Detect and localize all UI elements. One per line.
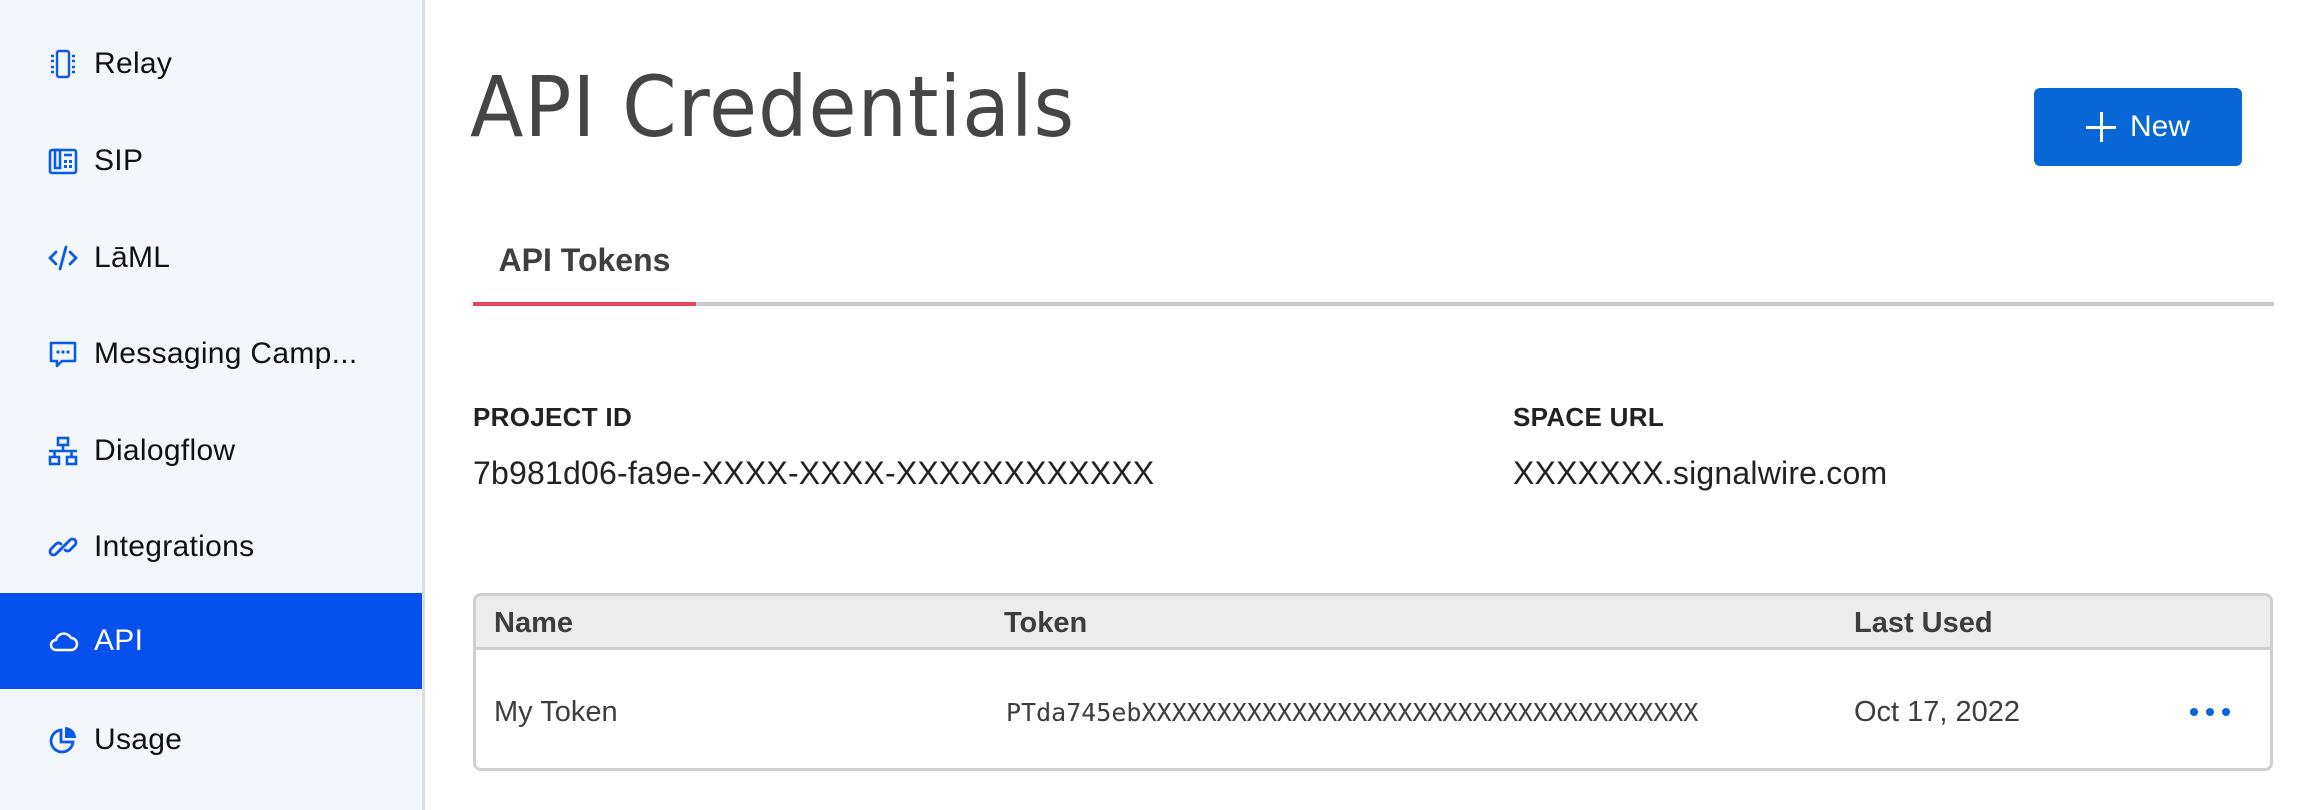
project-id-value: 7b981d06-fa9e-XXXX-XXXX-XXXXXXXXXXXX (473, 455, 1155, 491)
sidebar-item-label: Usage (94, 723, 183, 756)
space-url-label: SPACE URL (1513, 402, 1665, 432)
sidebar-item-api[interactable]: API (0, 593, 422, 689)
column-header-token[interactable]: Token (1004, 596, 1087, 650)
sidebar-item-usage[interactable]: Usage (0, 692, 422, 788)
column-header-last-used[interactable]: Last Used (1854, 596, 1993, 650)
table-row[interactable]: My Token PTda745ebXXXXXXXXXXXXXXXXXXXXXX… (476, 653, 2270, 768)
sidebar-item-label: Dialogflow (94, 434, 236, 467)
sidebar-item-dialogflow[interactable]: Dialogflow (0, 403, 422, 499)
more-horizontal-icon (2190, 708, 2198, 716)
pie-chart-icon (46, 723, 80, 757)
sidebar-item-label: API (94, 624, 144, 657)
project-id-label: PROJECT ID (473, 402, 633, 432)
token-name: My Token (494, 695, 618, 728)
code-icon (46, 241, 80, 275)
tab-api-tokens[interactable]: API Tokens (473, 230, 696, 306)
space-url-value: XXXXXXX.signalwire.com (1513, 455, 1888, 491)
more-horizontal-icon (2222, 708, 2230, 716)
network-icon (46, 434, 80, 468)
sidebar-item-relay[interactable]: Relay (0, 16, 422, 112)
desk-phone-icon (46, 144, 80, 178)
token-last-used: Oct 17, 2022 (1854, 695, 2021, 728)
token-value: PTda745ebXXXXXXXXXXXXXXXXXXXXXXXXXXXXXXX… (1006, 697, 1699, 727)
cloud-icon (46, 624, 80, 658)
table-header: Name Token Last Used (476, 596, 2270, 650)
sidebar-item-label: SIP (94, 144, 144, 177)
sidebar-item-label: Integrations (94, 530, 255, 563)
api-tokens-table: Name Token Last Used My Token PTda745ebX… (473, 593, 2273, 771)
chip-icon (46, 47, 80, 81)
sidebar-item-sip[interactable]: SIP (0, 113, 422, 209)
new-button[interactable]: New (2034, 88, 2242, 166)
sidebar-item-laml[interactable]: LāML (0, 210, 422, 306)
link-icon (46, 530, 80, 564)
sidebar-item-label: Messaging Camp... (94, 337, 358, 370)
page-title: API Credentials (470, 58, 1076, 156)
tab-bar: API Tokens (473, 230, 2274, 306)
sidebar: Relay SIP LāML Messaging Camp... Dialogf… (0, 0, 425, 810)
sidebar-item-integrations[interactable]: Integrations (0, 499, 422, 595)
sidebar-item-label: LāML (94, 241, 171, 274)
new-button-label: New (2129, 110, 2190, 143)
tab-label: API Tokens (498, 242, 671, 278)
tab-divider (473, 302, 2274, 306)
row-actions-button[interactable] (2190, 697, 2230, 727)
sidebar-item-label: Relay (94, 47, 173, 80)
sidebar-item-messaging-campaigns[interactable]: Messaging Camp... (0, 306, 422, 402)
chat-bubble-icon (46, 337, 80, 371)
column-header-name[interactable]: Name (494, 596, 573, 650)
more-horizontal-icon (2206, 708, 2214, 716)
plus-icon (2085, 112, 2116, 142)
